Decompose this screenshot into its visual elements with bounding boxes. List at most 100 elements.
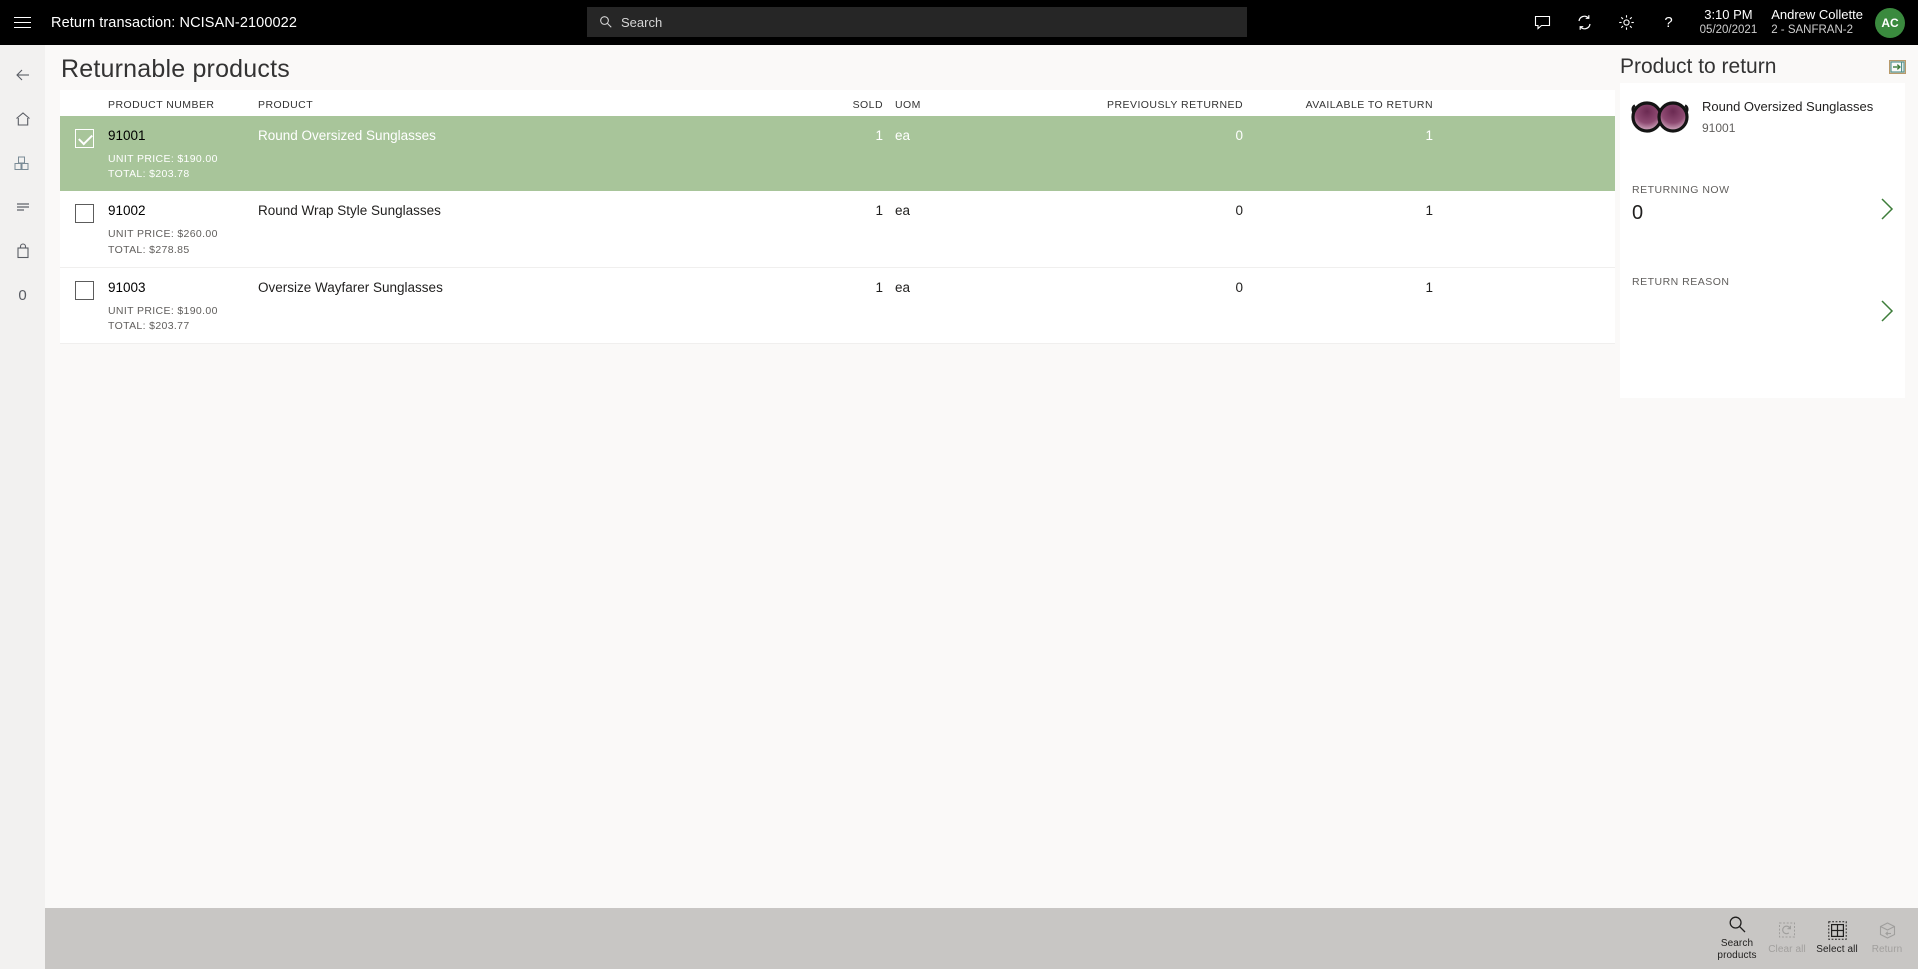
panel-header: Product to return [1615, 45, 1918, 79]
panel-product-number: 91001 [1702, 120, 1736, 135]
search-input[interactable]: Search [587, 7, 1247, 37]
zero-count-icon[interactable]: 0 [0, 273, 45, 317]
cell-previously-returned: 0 [1235, 128, 1243, 143]
panel-title: Product to return [1620, 55, 1777, 78]
cell-available-to-return: 1 [1425, 128, 1433, 143]
user-name: Andrew Collette [1771, 7, 1863, 23]
cell-previously-returned: 0 [1235, 203, 1243, 219]
return-reason-field[interactable]: RETURN REASON [1620, 276, 1905, 322]
row-checkbox[interactable] [74, 280, 94, 300]
returning-now-field[interactable]: RETURNING NOW 0 [1620, 184, 1905, 228]
left-navigation: 0 [0, 45, 45, 969]
cell-product-number: 91002 UNIT PRICE: $260.00 TOTAL: $278.85 [108, 191, 258, 266]
search-placeholder: Search [621, 14, 663, 30]
returning-now-label: RETURNING NOW [1632, 184, 1730, 196]
return-box-icon [1878, 921, 1897, 941]
shopping-bag-icon[interactable] [0, 229, 45, 273]
return-reason-value [1632, 294, 1893, 320]
gear-icon[interactable] [1606, 0, 1648, 45]
chevron-right-icon[interactable] [1879, 298, 1895, 329]
products-icon[interactable] [0, 141, 45, 185]
clock-date: 05/20/2021 [1699, 24, 1758, 37]
return-label: Return [1871, 943, 1903, 955]
clock-time: 3:10 PM [1704, 7, 1753, 23]
page-title: Return transaction: NCISAN-2100022 [51, 14, 297, 31]
column-header-previously-returned: PREVIOUSLY RETURNED [1107, 99, 1243, 111]
column-header-product: PRODUCT [258, 99, 314, 111]
row-checkbox[interactable] [74, 204, 94, 224]
return-button[interactable]: Return [1862, 908, 1912, 969]
table-row[interactable]: 91001 UNIT PRICE: $190.00 TOTAL: $203.78… [60, 116, 1713, 192]
chevron-right-icon[interactable] [1879, 196, 1895, 227]
cell-sold: 1 [875, 279, 883, 295]
cell-uom: ea [895, 128, 911, 143]
panel-product-text: Round Oversized Sunglasses 91001 [1702, 96, 1873, 138]
zero-count-label: 0 [18, 286, 27, 304]
hamburger-icon[interactable] [0, 0, 45, 45]
clear-all-button[interactable]: Clear all [1762, 908, 1812, 969]
returnable-products-grid: PRODUCT NUMBER PRODUCT SOLD UOM PREVIOUS… [60, 90, 1713, 345]
cell-product: Round Oversized Sunglasses [258, 128, 436, 143]
product-to-return-panel: Product to return Round Oversized Sungla… [1615, 45, 1918, 908]
product-number-text: 91002 [108, 203, 146, 219]
clear-all-icon [1778, 921, 1797, 941]
bottom-actions: Search products Clear all Select all Ret… [1712, 908, 1912, 969]
feedback-icon[interactable] [1522, 0, 1564, 45]
column-header-uom: UOM [895, 99, 921, 111]
clock: 3:10 PM 05/20/2021 [1700, 7, 1758, 38]
total-text: TOTAL: $278.85 [108, 243, 190, 256]
column-header-available-to-return: AVAILABLE TO RETURN [1305, 99, 1433, 111]
search-products-button[interactable]: Search products [1712, 908, 1762, 969]
row-checkbox-cell[interactable] [60, 268, 108, 300]
select-all-button[interactable]: Select all [1812, 908, 1862, 969]
expand-panel-icon[interactable] [1889, 60, 1906, 74]
table-row[interactable]: 91002 UNIT PRICE: $260.00 TOTAL: $278.85… [60, 191, 1713, 268]
topbar-right-cluster: ? 3:10 PM 05/20/2021 Andrew Collette 2 -… [1522, 0, 1918, 45]
cell-uom: ea [895, 203, 911, 219]
row-checkbox-cell[interactable] [60, 116, 108, 148]
avatar[interactable]: AC [1875, 7, 1905, 38]
table-row[interactable]: 91003 UNIT PRICE: $190.00 TOTAL: $203.77… [60, 267, 1713, 345]
search-products-label: Search products [1717, 937, 1757, 962]
row-checkbox-cell[interactable] [60, 191, 108, 224]
row-checkbox[interactable] [74, 129, 94, 148]
user-store: 2 - SANFRAN-2 [1771, 24, 1854, 37]
row-price-meta: UNIT PRICE: $190.00 TOTAL: $203.78 [108, 152, 258, 182]
user-info[interactable]: Andrew Collette 2 - SANFRAN-2 [1771, 7, 1863, 38]
panel-product-name: Round Oversized Sunglasses [1702, 99, 1874, 114]
cell-available-to-return: 1 [1425, 279, 1433, 295]
product-number-text: 91001 [108, 128, 146, 143]
panel-card: Round Oversized Sunglasses 91001 RETURNI… [1620, 83, 1905, 398]
unit-price-text: UNIT PRICE: $260.00 [108, 228, 218, 241]
unit-price-text: UNIT PRICE: $190.00 [108, 153, 218, 165]
column-header-sold: SOLD [852, 99, 883, 111]
cell-product: Round Wrap Style Sunglasses [258, 203, 441, 219]
unit-price-text: UNIT PRICE: $190.00 [108, 304, 218, 317]
home-icon[interactable] [0, 97, 45, 141]
journal-icon[interactable] [0, 185, 45, 229]
product-number-text: 91003 [108, 279, 146, 295]
cell-product: Oversize Wayfarer Sunglasses [258, 279, 443, 295]
magnifier-icon [1728, 915, 1747, 935]
help-icon[interactable]: ? [1648, 0, 1690, 45]
sunglasses-thumbnail [1630, 96, 1690, 138]
clear-all-label: Clear all [1768, 943, 1806, 955]
total-text: TOTAL: $203.78 [108, 168, 190, 181]
back-arrow-icon[interactable] [0, 53, 45, 97]
cell-sold: 1 [875, 128, 883, 143]
panel-product: Round Oversized Sunglasses 91001 [1620, 83, 1905, 138]
total-text: TOTAL: $203.77 [108, 320, 190, 333]
svg-text:?: ? [1664, 14, 1672, 31]
sync-icon[interactable] [1564, 0, 1606, 45]
cell-uom: ea [895, 279, 911, 295]
search-icon [600, 16, 612, 28]
returning-now-value: 0 [1632, 202, 1644, 224]
column-header-product-number: PRODUCT NUMBER [108, 99, 215, 111]
grid-header-row: PRODUCT NUMBER PRODUCT SOLD UOM PREVIOUS… [60, 90, 1713, 116]
select-all-label: Select all [1816, 943, 1858, 955]
cell-available-to-return: 1 [1425, 203, 1433, 219]
cell-product-number: 91001 UNIT PRICE: $190.00 TOTAL: $203.78 [108, 116, 258, 191]
cell-sold: 1 [875, 203, 883, 219]
cell-product-number: 91003 UNIT PRICE: $190.00 TOTAL: $203.77 [108, 268, 258, 343]
row-price-meta: UNIT PRICE: $260.00 TOTAL: $278.85 [108, 227, 258, 257]
